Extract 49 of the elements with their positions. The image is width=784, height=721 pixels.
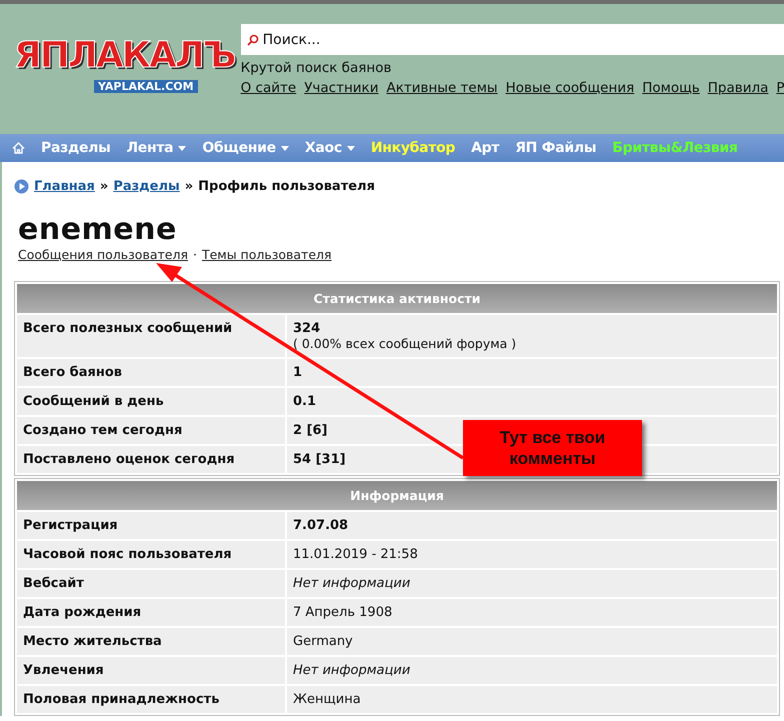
profile-link[interactable]: Сообщения пользователя	[18, 247, 188, 262]
header-link[interactable]: Р	[776, 80, 784, 96]
field-label: Сообщений в день	[17, 388, 285, 415]
breadcrumb-separator: »	[100, 179, 108, 194]
table-header: Статистика активности	[17, 284, 777, 313]
field-value: 11.01.2019 - 21:58	[293, 547, 418, 562]
field-value: 2 [6]	[293, 423, 328, 438]
field-value: Женщина	[293, 692, 361, 707]
home-icon[interactable]	[12, 142, 25, 154]
field-label: Всего полезных сообщений	[17, 315, 285, 357]
field-label: Половая принадлежность	[17, 686, 285, 713]
field-label: Регистрация	[17, 512, 285, 539]
callout-note: Тут все твои комменты	[463, 420, 642, 476]
breadcrumb-link[interactable]: Главная	[34, 179, 95, 194]
header-link[interactable]: Правила	[708, 80, 768, 96]
username-heading: enemene	[18, 213, 178, 247]
profile-link[interactable]: Темы пользователя	[202, 247, 332, 262]
field-label: Поставлено оценок сегодня	[17, 446, 285, 473]
header-link[interactable]: О сайте	[240, 80, 296, 96]
header-link[interactable]: Новые сообщения	[506, 80, 634, 96]
search-field[interactable]: Поиск...	[240, 24, 784, 55]
link-separator: ·	[192, 247, 197, 262]
field-value: 54 [31]	[293, 452, 346, 467]
breadcrumb-separator: »	[184, 179, 194, 194]
field-value: Нет информации	[293, 576, 410, 591]
field-value: 1	[293, 365, 302, 380]
header-link[interactable]: Участники	[304, 80, 378, 96]
field-label: Создано тем сегодня	[17, 417, 285, 444]
field-value: 7.07.08	[293, 518, 348, 533]
header-link[interactable]: Помощь	[642, 80, 700, 96]
field-label: Вебсайт	[17, 570, 285, 597]
field-label: Увлечения	[17, 657, 285, 684]
search-icon	[246, 34, 259, 46]
header-link[interactable]: Активные темы	[386, 80, 498, 96]
field-label: Дата рождения	[17, 599, 285, 626]
field-value: 324	[293, 321, 322, 336]
field-label: Место жительства	[17, 628, 285, 655]
field-value: 0.1	[293, 394, 316, 409]
field-label: Часовой пояс пользователя	[17, 541, 285, 568]
table-header: Информация	[17, 481, 777, 510]
site-logo[interactable]: ЯПЛАКАЛЪ YAPLAKAL.COM	[14, 34, 235, 114]
breadcrumb-link[interactable]: Разделы	[113, 179, 180, 194]
field-label: Всего баянов	[17, 359, 285, 386]
field-value: Germany	[293, 634, 353, 649]
field-value: 7 Апрель 1908	[293, 605, 392, 620]
field-value: Нет информации	[293, 663, 410, 678]
breadcrumb-current: Профиль пользователя	[198, 179, 375, 194]
field-note: ( 0.00% всех сообщений форума )	[293, 336, 518, 351]
search-tagline: Крутой поиск баянов	[240, 60, 392, 76]
